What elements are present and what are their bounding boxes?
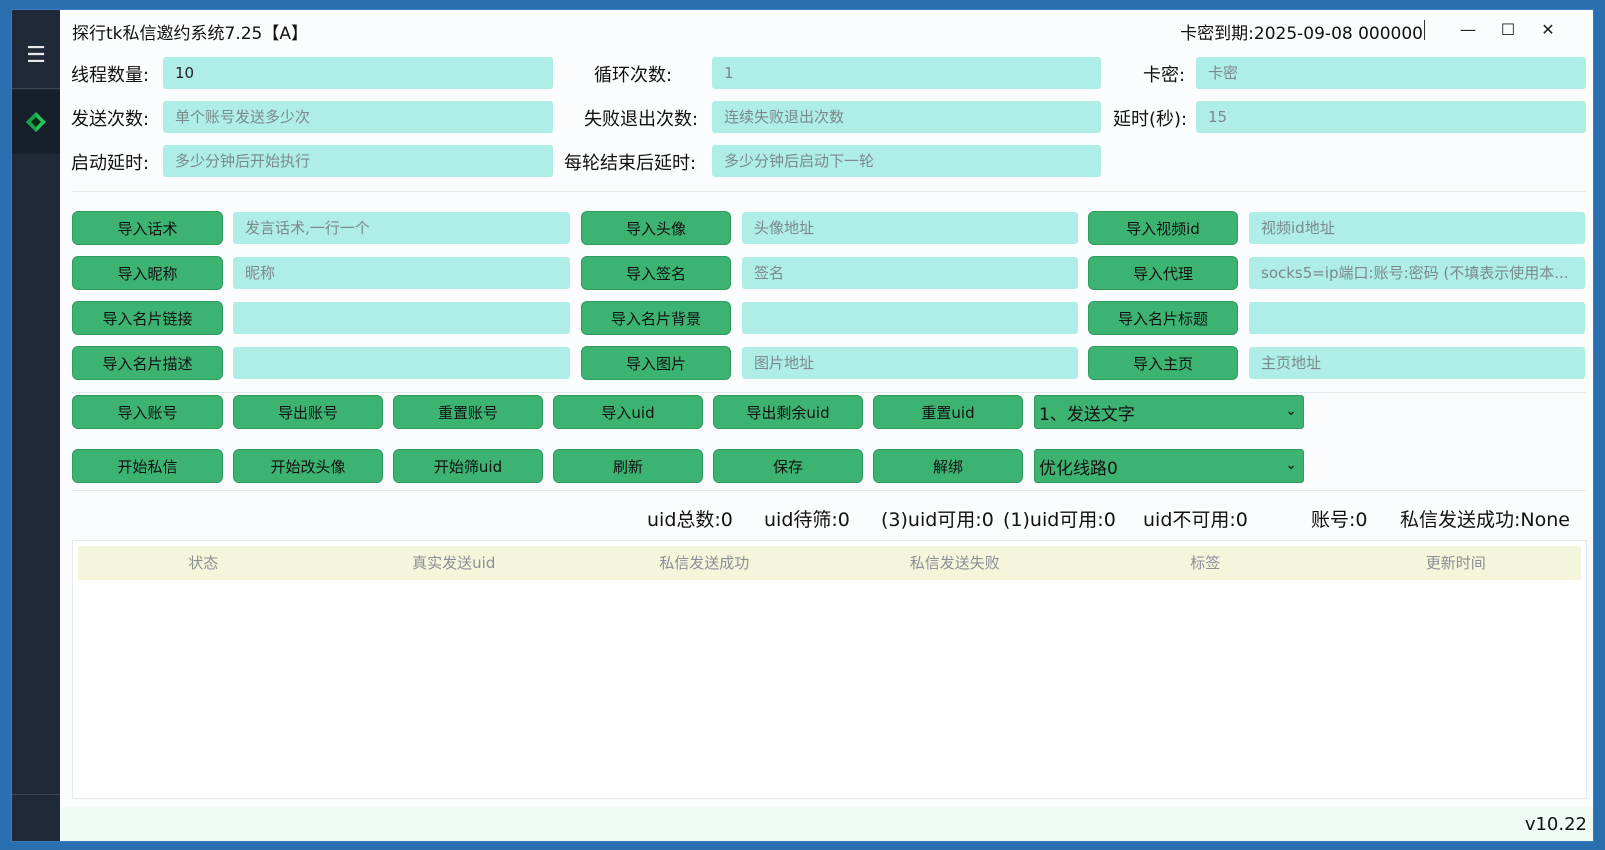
card-description-input[interactable] <box>233 347 570 379</box>
import-nickname-button[interactable]: 导入昵称 <box>72 256 223 290</box>
chevron-down-icon: ⌄ <box>1285 457 1297 473</box>
video-id-input[interactable] <box>1249 212 1585 244</box>
column-header[interactable]: 私信发送失败 <box>830 546 1081 580</box>
section-divider <box>72 490 1586 491</box>
card-background-input[interactable] <box>742 302 1078 334</box>
uid-total-stat: uid总数:0 <box>647 509 733 531</box>
send-mode-value: 1、发送文字 <box>1039 404 1135 425</box>
loops-input[interactable] <box>712 57 1101 89</box>
round-delay-label: 每轮结束后延时: <box>564 153 697 174</box>
import-account-button[interactable]: 导入账号 <box>72 395 223 429</box>
uid-pending-stat: uid待筛:0 <box>764 509 850 531</box>
save-button[interactable]: 保存 <box>713 449 863 483</box>
import-uid-button[interactable]: 导入uid <box>553 395 703 429</box>
table-header: 状态 真实发送uid 私信发送成功 私信发送失败 标签 更新时间 <box>78 546 1581 580</box>
start-dm-button[interactable]: 开始私信 <box>72 449 223 483</box>
import-homepage-button[interactable]: 导入主页 <box>1088 346 1238 380</box>
import-card-link-button[interactable]: 导入名片链接 <box>72 301 223 335</box>
signature-input[interactable] <box>742 257 1078 289</box>
status-bar: v10.22 <box>60 807 1593 841</box>
refresh-button[interactable]: 刷新 <box>553 449 703 483</box>
import-avatar-button[interactable]: 导入头像 <box>581 211 731 245</box>
import-card-background-button[interactable]: 导入名片背景 <box>581 301 731 335</box>
unbind-button[interactable]: 解绑 <box>873 449 1023 483</box>
loops-label: 循环次数: <box>594 65 673 86</box>
threads-label: 线程数量: <box>71 65 150 86</box>
section-divider <box>72 392 1586 393</box>
import-card-title-button[interactable]: 导入名片标题 <box>1088 301 1238 335</box>
homepage-input[interactable] <box>1249 347 1585 379</box>
image-input[interactable] <box>742 347 1078 379</box>
script-input[interactable] <box>233 212 570 244</box>
import-image-button[interactable]: 导入图片 <box>581 346 731 380</box>
export-remaining-uid-button[interactable]: 导出剩余uid <box>713 395 863 429</box>
import-video-id-button[interactable]: 导入视频id <box>1088 211 1238 245</box>
delay-input[interactable] <box>1196 101 1586 133</box>
send-mode-select[interactable]: 1、发送文字 ⌄ <box>1034 395 1304 429</box>
import-card-description-button[interactable]: 导入名片描述 <box>72 346 223 380</box>
route-select[interactable]: 优化线路0 ⌄ <box>1034 449 1304 483</box>
column-header[interactable]: 状态 <box>78 546 329 580</box>
card-input[interactable] <box>1196 57 1586 89</box>
import-proxy-button[interactable]: 导入代理 <box>1088 256 1238 290</box>
uid-available-3-stat: (3)uid可用:0 <box>881 509 994 531</box>
uid-available-1-stat: (1)uid可用:0 <box>1003 509 1116 531</box>
export-account-button[interactable]: 导出账号 <box>233 395 383 429</box>
delay-label: 延时(秒): <box>1113 109 1188 130</box>
version-label: v10.22 <box>1524 814 1587 835</box>
column-header[interactable]: 标签 <box>1080 546 1331 580</box>
result-table[interactable]: 状态 真实发送uid 私信发送成功 私信发送失败 标签 更新时间 <box>72 540 1587 799</box>
reset-account-button[interactable]: 重置账号 <box>393 395 543 429</box>
start-change-avatar-button[interactable]: 开始改头像 <box>233 449 383 483</box>
column-header[interactable]: 真实发送uid <box>329 546 580 580</box>
dm-success-stat: 私信发送成功:None <box>1400 509 1570 531</box>
round-delay-input[interactable] <box>712 145 1101 177</box>
start-delay-input[interactable] <box>163 145 553 177</box>
import-signature-button[interactable]: 导入签名 <box>581 256 731 290</box>
column-header[interactable]: 私信发送成功 <box>579 546 830 580</box>
start-filter-uid-button[interactable]: 开始筛uid <box>393 449 543 483</box>
chevron-down-icon: ⌄ <box>1285 403 1297 419</box>
avatar-input[interactable] <box>742 212 1078 244</box>
card-title-input[interactable] <box>1249 302 1585 334</box>
fail-exit-input[interactable] <box>712 101 1101 133</box>
card-label: 卡密: <box>1143 65 1186 86</box>
threads-input[interactable] <box>163 57 553 89</box>
send-count-label: 发送次数: <box>71 109 150 130</box>
reset-uid-button[interactable]: 重置uid <box>873 395 1023 429</box>
fail-exit-label: 失败退出次数: <box>584 109 699 130</box>
import-script-button[interactable]: 导入话术 <box>72 211 223 245</box>
card-link-input[interactable] <box>233 302 570 334</box>
nickname-input[interactable] <box>233 257 570 289</box>
section-divider <box>72 191 1586 192</box>
send-count-input[interactable] <box>163 101 553 133</box>
route-value: 优化线路0 <box>1039 458 1118 479</box>
proxy-input[interactable] <box>1249 257 1585 289</box>
column-header[interactable]: 更新时间 <box>1331 546 1582 580</box>
start-delay-label: 启动延时: <box>71 153 150 174</box>
uid-unavailable-stat: uid不可用:0 <box>1143 509 1248 531</box>
main-content: 线程数量: 循环次数: 卡密: 发送次数: 失败退出次数: 延时(秒): 启动延… <box>0 0 1605 850</box>
account-count-stat: 账号:0 <box>1311 509 1368 531</box>
